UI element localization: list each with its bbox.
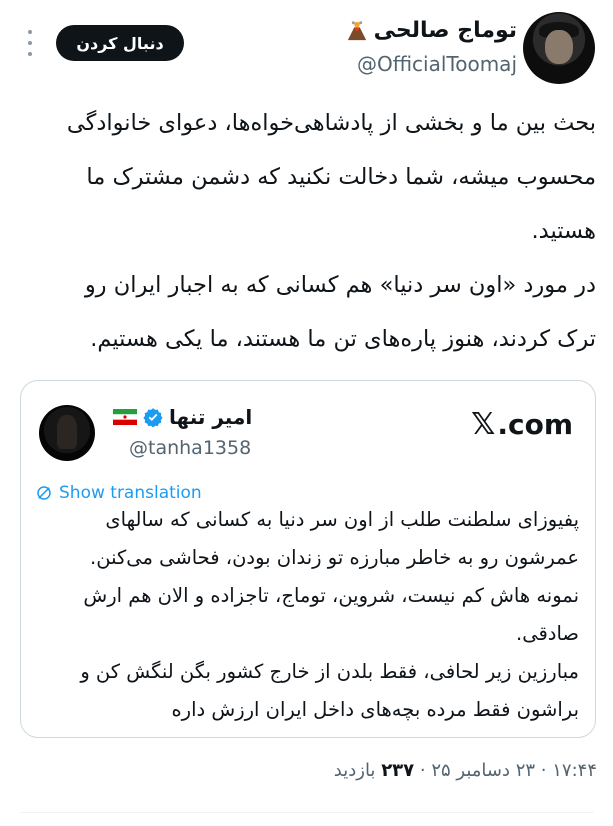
x-logo-icon: 𝕏 bbox=[471, 407, 496, 442]
author-name-row[interactable]: توماج صالحی bbox=[346, 18, 517, 43]
show-translation-label[interactable]: Show translation bbox=[59, 483, 202, 503]
iran-flag-icon bbox=[113, 409, 137, 425]
divider bbox=[20, 812, 594, 813]
more-options-icon[interactable] bbox=[26, 30, 34, 56]
verified-badge-icon bbox=[143, 408, 163, 427]
tweet-text: بحث بین ما و بخشی از پادشاهی‌خواه‌ها، دع… bbox=[40, 96, 596, 366]
quoted-author-avatar[interactable] bbox=[39, 405, 95, 461]
tweet-date[interactable]: ۲۳ دسامبر ۲۵ bbox=[431, 760, 535, 781]
view-count: ۲۳۷ bbox=[381, 760, 415, 781]
views-label: بازدید bbox=[333, 760, 376, 781]
tweet-header: توماج صالحی @OfficialToomaj دنبال کردن bbox=[0, 0, 613, 92]
quoted-author-handle[interactable]: @tanha1358 bbox=[129, 437, 251, 459]
tweet-paragraph: در مورد «اون سر دنیا» هم کسانی که به اجب… bbox=[84, 272, 596, 352]
quoted-author-name[interactable]: امیر تنها bbox=[169, 405, 252, 429]
source-label: .com bbox=[497, 408, 573, 441]
quoted-paragraph: پفیوزای سلطنت طلب از اون سر دنیا به کسان… bbox=[90, 508, 579, 569]
author-avatar[interactable] bbox=[523, 12, 595, 84]
tweet-metadata: ۱۷:۴۴ · ۲۳ دسامبر ۲۵ · ۲۳۷ بازدید bbox=[333, 760, 597, 781]
x-com-source[interactable]: 𝕏 .com bbox=[471, 407, 573, 442]
tweet-paragraph: بحث بین ما و بخشی از پادشاهی‌خواه‌ها، دع… bbox=[66, 110, 596, 244]
quoted-paragraph: نمونه هاش کم نیست، شروین، توماج، تاجزاده… bbox=[83, 584, 579, 645]
quoted-paragraph: مبارزین زیر لحافی، فقط بلدن از خارج کشور… bbox=[80, 660, 579, 721]
author-handle[interactable]: @OfficialToomaj bbox=[357, 52, 517, 76]
volcano-icon bbox=[347, 20, 366, 40]
quoted-tweet-text: پفیوزای سلطنت طلب از اون سر دنیا به کسان… bbox=[37, 501, 579, 729]
quoted-tweet[interactable]: امیر تنها @tanha1358 𝕏 .com Show transla… bbox=[20, 380, 596, 738]
quoted-author-name-row[interactable]: امیر تنها bbox=[113, 405, 252, 429]
author-name[interactable]: توماج صالحی bbox=[374, 18, 517, 43]
show-translation-link[interactable]: Show translation bbox=[35, 483, 202, 503]
tweet-time[interactable]: ۱۷:۴۴ bbox=[552, 760, 597, 781]
translate-icon bbox=[37, 486, 51, 500]
follow-button[interactable]: دنبال کردن bbox=[56, 25, 184, 61]
